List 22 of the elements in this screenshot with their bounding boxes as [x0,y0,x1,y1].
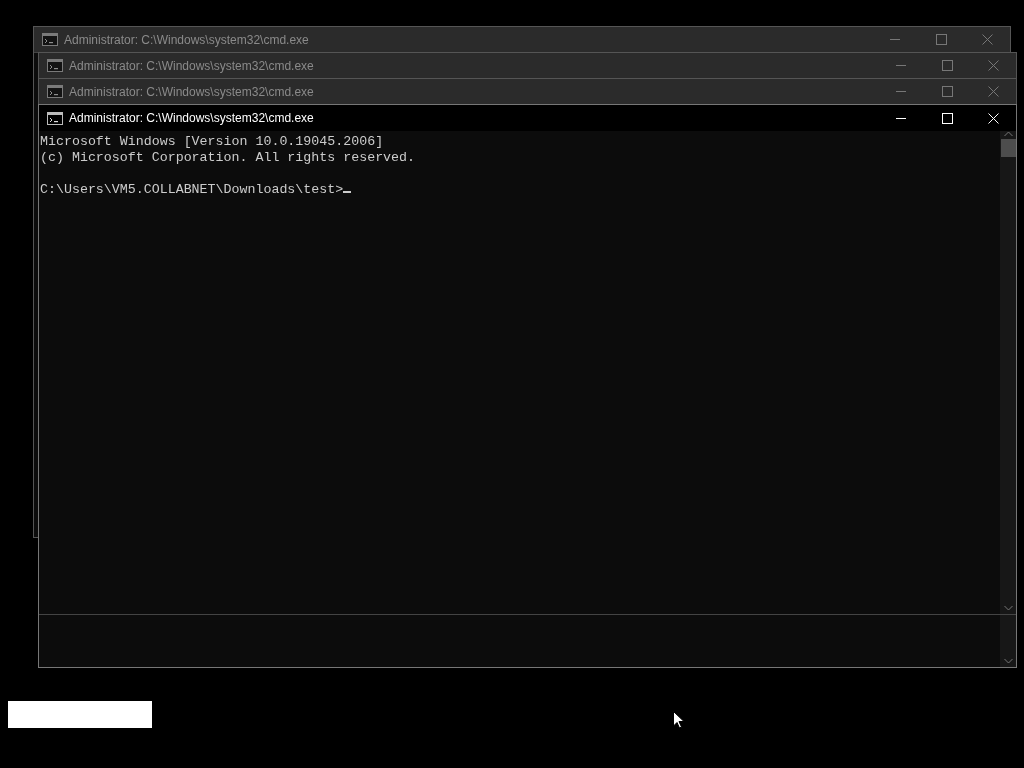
terminal-icon [42,33,58,46]
title-bar[interactable]: Administrator: C:\Windows\system32\cmd.exe [34,27,1010,53]
scrollbar[interactable] [1000,615,1016,667]
console-line: Microsoft Windows [Version 10.0.19045.2006] [40,134,385,150]
scroll-down-icon[interactable] [1003,605,1013,611]
terminal-icon [47,85,63,98]
scroll-up-icon[interactable] [1003,131,1013,137]
window-title: Administrator: C:\Windows\system32\cmd.exe [69,110,314,127]
terminal-icon [47,111,63,125]
console-line: (c) Microsoft Corporation. All rights reserved. [40,150,417,166]
scroll-thumb[interactable] [1000,139,1016,157]
scroll-down-icon[interactable] [1003,658,1013,664]
terminal-icon [47,59,63,72]
window-title: Administrator: C:\Windows\system32\cmd.exe [64,31,309,49]
window-title: Administrator: C:\Windows\system32\cmd.exe [69,83,314,101]
mouse-pointer-icon [673,711,685,729]
text-cursor [343,191,352,193]
title-bar[interactable]: Administrator: C:\Windows\system32\cmd.exe [39,105,1016,131]
title-bar[interactable]: Administrator: C:\Windows\system32\cmd.exe [39,53,1016,79]
scrollbar[interactable] [1000,131,1016,614]
window-title: Administrator: C:\Windows\system32\cmd.exe [69,57,314,75]
console-line: C:\Users\VM5.COLLABNET\Downloads\test> [40,182,344,197]
